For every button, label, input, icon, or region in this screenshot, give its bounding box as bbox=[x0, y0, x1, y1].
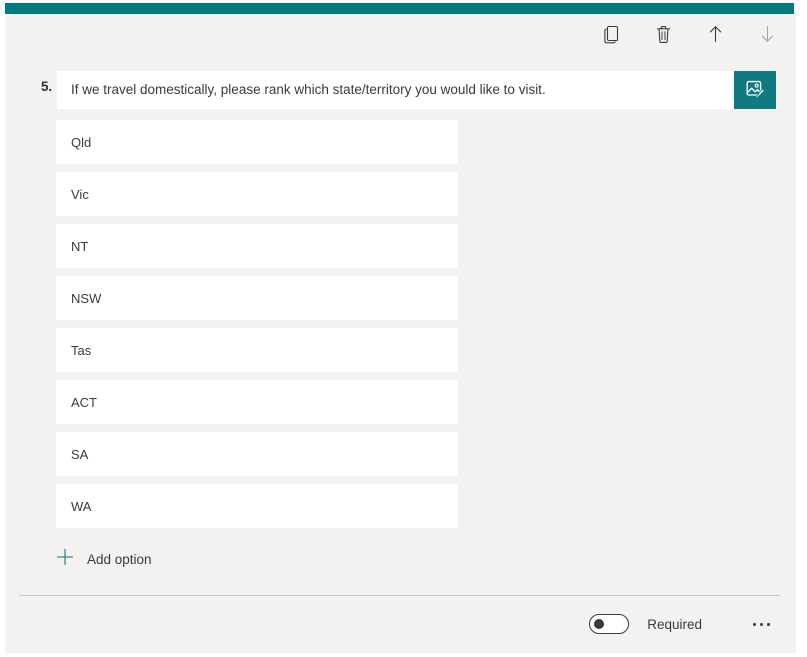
option-text: ACT bbox=[56, 395, 97, 410]
option-text: Tas bbox=[56, 343, 91, 358]
add-option-label: Add option bbox=[87, 552, 152, 567]
option-row[interactable]: Vic bbox=[56, 172, 458, 216]
required-toggle[interactable] bbox=[589, 614, 629, 634]
move-up-icon bbox=[707, 24, 724, 44]
option-text: SA bbox=[56, 447, 88, 462]
question-footer: Required bbox=[5, 596, 794, 652]
question-number: 5. bbox=[30, 79, 52, 94]
required-label: Required bbox=[647, 617, 702, 632]
option-row[interactable]: Qld bbox=[56, 120, 458, 164]
required-toggle-knob bbox=[594, 619, 604, 629]
delete-icon bbox=[655, 25, 672, 44]
move-question-up-button[interactable] bbox=[700, 19, 730, 49]
options-list: Qld Vic NT NSW Tas ACT SA WA bbox=[56, 120, 458, 536]
move-down-icon bbox=[759, 24, 776, 44]
question-title-input[interactable]: If we travel domestically, please rank w… bbox=[57, 71, 733, 109]
option-text: Vic bbox=[56, 187, 89, 202]
add-option-button[interactable]: Add option bbox=[56, 548, 152, 571]
move-question-down-button[interactable] bbox=[752, 19, 782, 49]
question-card: 5. If we travel domestically, please ran… bbox=[5, 3, 796, 653]
ellipsis-icon bbox=[753, 623, 770, 626]
plus-icon bbox=[56, 548, 74, 571]
copy-question-button[interactable] bbox=[596, 19, 626, 49]
option-row[interactable]: SA bbox=[56, 432, 458, 476]
question-toolbar bbox=[596, 19, 782, 49]
question-header-row: 5. If we travel domestically, please ran… bbox=[5, 68, 794, 112]
option-text: Qld bbox=[56, 135, 91, 150]
option-text: NSW bbox=[56, 291, 101, 306]
option-text: NT bbox=[56, 239, 88, 254]
option-row[interactable]: ACT bbox=[56, 380, 458, 424]
more-settings-button[interactable] bbox=[746, 609, 776, 639]
question-title-text: If we travel domestically, please rank w… bbox=[57, 81, 546, 99]
option-row[interactable]: Tas bbox=[56, 328, 458, 372]
insert-media-button[interactable] bbox=[734, 71, 776, 109]
copy-icon bbox=[603, 25, 620, 44]
insert-media-icon bbox=[744, 78, 766, 103]
accent-bar bbox=[5, 3, 794, 14]
delete-question-button[interactable] bbox=[648, 19, 678, 49]
option-row[interactable]: NSW bbox=[56, 276, 458, 320]
option-row[interactable]: NT bbox=[56, 224, 458, 268]
option-row[interactable]: WA bbox=[56, 484, 458, 528]
option-text: WA bbox=[56, 499, 91, 514]
